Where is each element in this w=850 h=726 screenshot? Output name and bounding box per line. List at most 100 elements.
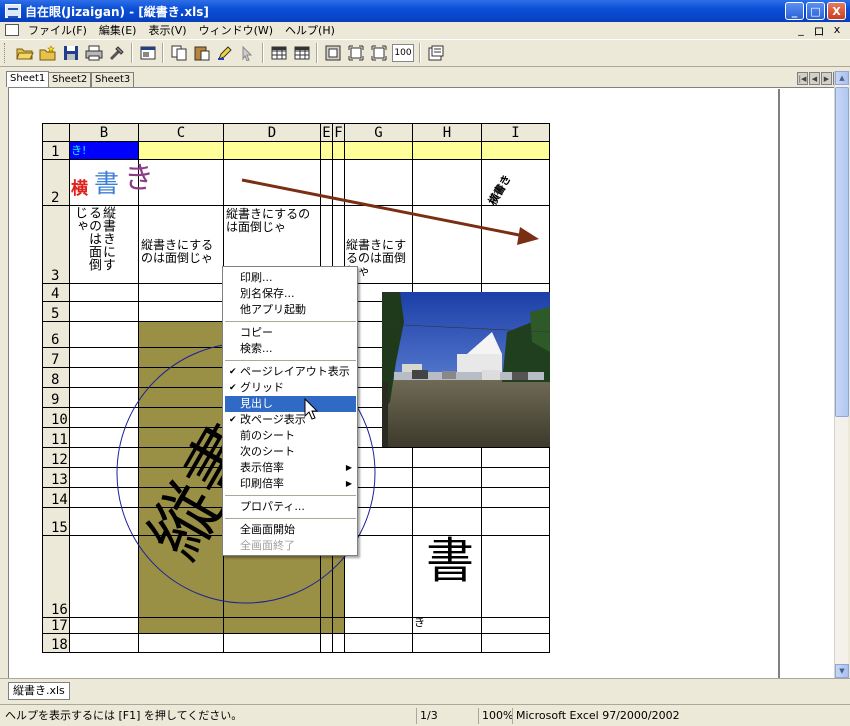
menu-separator [225, 518, 356, 519]
new-folder-icon[interactable] [36, 42, 59, 64]
next-sheet-icon[interactable]: ▶ [821, 72, 832, 85]
menu-item-page-layout[interactable]: ✔ ページレイアウト表示 [225, 364, 356, 380]
menu-item-launch-app[interactable]: 他アプリ起動 [225, 302, 356, 318]
menu-item-label: グリッド [240, 381, 284, 394]
brown-arrow-head[interactable] [517, 227, 539, 245]
menu-item-properties[interactable]: プロパティ... [225, 499, 356, 515]
checkmark-icon: ✔ [229, 383, 237, 393]
status-page: 1/3 [416, 708, 478, 724]
menu-help[interactable]: ヘルプ(H) [279, 22, 341, 38]
menu-item-print-zoom[interactable]: 印刷倍率 ▶ [225, 476, 356, 492]
sheet-tab-sheet3[interactable]: Sheet3 [91, 72, 135, 87]
menu-item-prev-sheet[interactable]: 前のシート [225, 428, 356, 444]
mdi-close-button[interactable]: x [830, 23, 844, 39]
print-icon[interactable] [82, 42, 105, 64]
menu-item-fullscreen-start[interactable]: 全画面開始 [225, 522, 356, 538]
menu-separator [225, 495, 356, 496]
menu-item-label: コピー [240, 326, 273, 339]
document-tab-active[interactable]: 縦書き.xls [8, 682, 70, 700]
menu-item-label: 別名保存... [240, 287, 295, 300]
mdi-restore-button[interactable]: ロ [812, 23, 826, 39]
tools-icon[interactable] [105, 42, 128, 64]
window-icon[interactable] [136, 42, 159, 64]
menu-item-label: 次のシート [240, 445, 295, 458]
open-folder-icon[interactable] [13, 42, 36, 64]
submenu-arrow-icon: ▶ [345, 479, 352, 488]
mdi-minimize-button[interactable]: _ [794, 23, 808, 39]
page-icon[interactable] [321, 42, 344, 64]
status-help-text: ヘルプを表示するには [F1] を押してください。 [5, 709, 243, 722]
brown-arrow-line[interactable] [241, 178, 525, 238]
status-bar: ヘルプを表示するには [F1] を押してください。 1/3 100% Micro… [0, 704, 850, 726]
menu-item-label: 見出し [240, 397, 273, 410]
menu-item-save-as[interactable]: 別名保存... [225, 286, 356, 302]
document-tabs: 縦書き.xls [0, 678, 850, 702]
checkmark-icon: ✔ [229, 367, 237, 377]
fit-icon[interactable] [344, 42, 367, 64]
toolbar-separator [162, 43, 164, 63]
submenu-arrow-icon: ▶ [345, 463, 352, 472]
menu-view[interactable]: 表示(V) [142, 22, 192, 38]
window-title: 自在眼(Jizaigan) - [縦書き.xls] [25, 4, 209, 19]
document-icon[interactable] [5, 24, 19, 36]
menu-item-label: プロパティ... [240, 500, 305, 513]
menu-item-label: 改ページ表示 [240, 413, 306, 426]
mouse-cursor-icon [304, 398, 319, 420]
menu-file[interactable]: ファイル(F) [22, 22, 93, 38]
prev-sheet-icon[interactable]: ◀ [809, 72, 820, 85]
scroll-up-icon[interactable]: ▲ [835, 71, 849, 85]
scroll-down-icon[interactable]: ▼ [835, 664, 849, 678]
fit2-icon[interactable] [367, 42, 390, 64]
context-menu: 印刷... 別名保存... 他アプリ起動 コピー 検索... ✔ ページレイアウト… [222, 266, 358, 556]
toolbar-separator [262, 43, 264, 63]
properties-icon[interactable] [424, 42, 447, 64]
checkmark-icon: ✔ [229, 415, 237, 425]
app-icon[interactable] [5, 4, 21, 18]
toolbar-separator [316, 43, 318, 63]
maximize-button[interactable]: □ [806, 2, 825, 20]
scroll-thumb[interactable] [835, 87, 849, 417]
toolbar-separator [131, 43, 133, 63]
menu-item-fullscreen-end: 全画面終了 [225, 538, 356, 554]
grid2-icon[interactable] [290, 42, 313, 64]
grid-icon[interactable] [267, 42, 290, 64]
vertical-scrollbar[interactable]: ▲ ▼ [834, 71, 849, 678]
page-edge [778, 89, 780, 678]
menu-item-next-sheet[interactable]: 次のシート [225, 444, 356, 460]
sheet-tab-sheet1[interactable]: Sheet1 [6, 71, 50, 87]
menu-separator [225, 360, 356, 361]
menu-bar: ファイル(F) 編集(E) 表示(V) ウィンドウ(W) ヘルプ(H) _ ロ … [0, 22, 850, 38]
menu-item-grid[interactable]: ✔ グリッド [225, 380, 356, 396]
menu-item-headings[interactable]: 見出し [225, 396, 356, 412]
first-sheet-icon[interactable]: |◀ [797, 72, 808, 85]
close-button[interactable]: X [827, 2, 846, 20]
minimize-button[interactable]: _ [785, 2, 804, 20]
mdi-controls: _ ロ x [794, 23, 844, 39]
pen-icon[interactable] [213, 42, 236, 64]
pointer-icon[interactable] [236, 42, 259, 64]
menu-item-copy[interactable]: コピー [225, 325, 356, 341]
sheet-tabs: Sheet1 Sheet2 Sheet3 |◀ ◀ ▶ ▶| [0, 71, 850, 87]
menu-item-print[interactable]: 印刷... [225, 270, 356, 286]
menu-item-find[interactable]: 検索... [225, 341, 356, 357]
menu-item-display-zoom[interactable]: 表示倍率 ▶ [225, 460, 356, 476]
zoom-100-button[interactable]: 100 [392, 44, 414, 62]
menu-item-label: ページレイアウト表示 [240, 365, 350, 378]
title-bar: 自在眼(Jizaigan) - [縦書き.xls] _ □ X [0, 0, 850, 22]
menu-item-page-break[interactable]: ✔ 改ページ表示 [225, 412, 356, 428]
menu-item-label: 検索... [240, 342, 273, 355]
status-format: Microsoft Excel 97/2000/2002 [512, 708, 848, 724]
menu-edit[interactable]: 編集(E) [93, 22, 143, 38]
menu-item-label: 他アプリ起動 [240, 303, 306, 316]
menu-item-label: 印刷倍率 [240, 477, 284, 490]
toolbar-grip[interactable] [4, 43, 7, 63]
status-zoom: 100% [478, 708, 513, 724]
copy-icon[interactable] [167, 42, 190, 64]
menu-separator [225, 321, 356, 322]
menu-item-label: 表示倍率 [240, 461, 284, 474]
sheet-tab-sheet2[interactable]: Sheet2 [48, 72, 92, 87]
toolbar: 100 [0, 39, 850, 67]
save-icon[interactable] [59, 42, 82, 64]
paste-icon[interactable] [190, 42, 213, 64]
menu-window[interactable]: ウィンドウ(W) [193, 22, 279, 38]
